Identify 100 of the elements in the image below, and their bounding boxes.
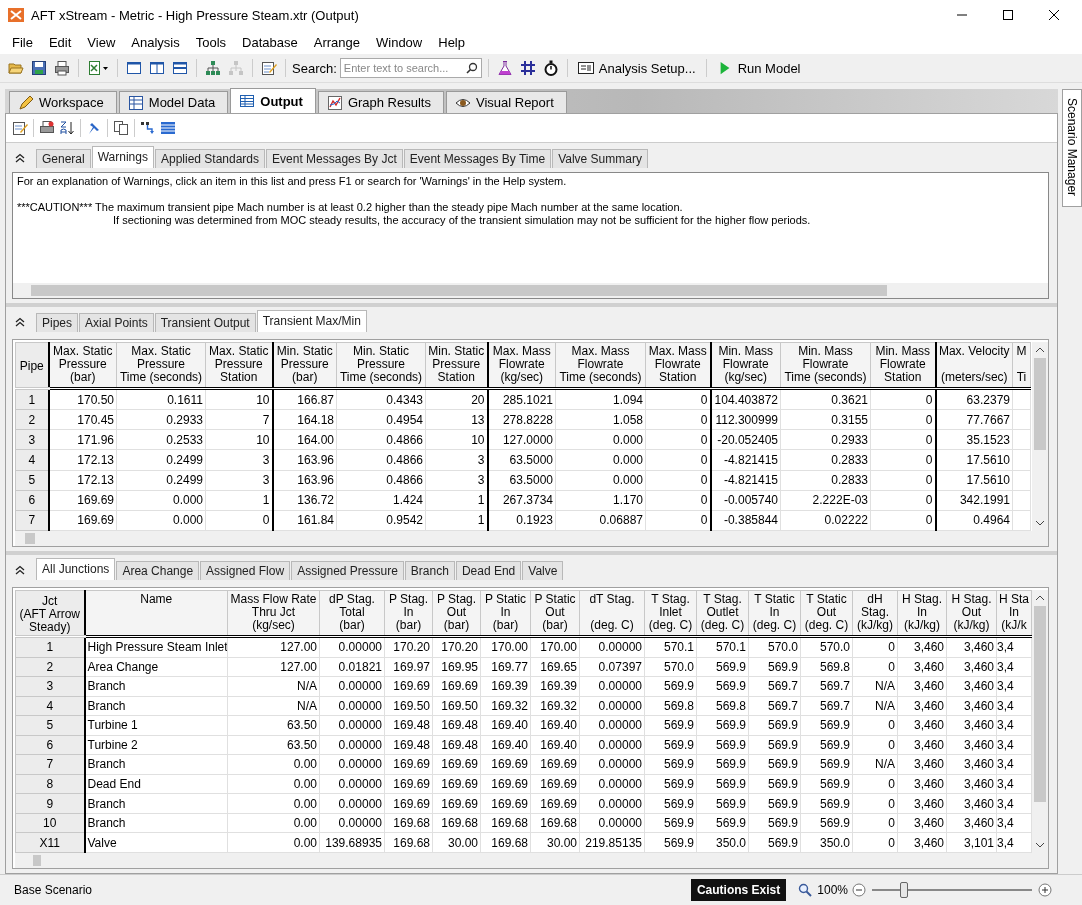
zoom-in-icon[interactable] [1038, 883, 1052, 897]
vertical-scrollbar[interactable] [1032, 342, 1048, 531]
column-header[interactable]: Min. Static Pressure Time (seconds) [336, 342, 426, 389]
main-tab[interactable]: Model Data [118, 91, 229, 113]
section-tab[interactable]: General [36, 149, 91, 168]
print-icon[interactable] [39, 120, 55, 136]
export-sheet-icon[interactable] [87, 60, 109, 76]
section-tab[interactable]: Transient Max/Min [256, 310, 367, 332]
row-header[interactable]: 5 [15, 470, 49, 491]
scroll-down-icon[interactable] [1035, 841, 1045, 849]
section-tab[interactable]: Event Messages By Time [403, 149, 552, 168]
scroll-up-icon[interactable] [1035, 594, 1045, 602]
column-header[interactable]: T Stag. Inlet (deg. C) [644, 590, 697, 637]
section-tab[interactable]: Axial Points [79, 313, 154, 332]
run-model-button[interactable]: Run Model [712, 58, 805, 78]
column-header[interactable]: Max. Static Pressure Station [205, 342, 273, 389]
save-icon[interactable] [31, 60, 47, 76]
section-tab[interactable]: Valve [522, 561, 564, 580]
sort-icon[interactable] [59, 120, 75, 136]
row-header[interactable]: 1 [15, 388, 49, 410]
cautions-badge[interactable]: Cautions Exist [690, 879, 787, 901]
section-tab[interactable]: Valve Summary [552, 149, 648, 168]
open-folder-icon[interactable] [8, 60, 24, 76]
column-header[interactable]: P Stag. Out (bar) [432, 590, 481, 637]
section-tab[interactable]: Dead End [455, 561, 522, 580]
column-header[interactable]: dH Stag. (kJ/kg) [852, 590, 898, 637]
collapse-icon[interactable] [15, 565, 25, 575]
zoom-out-icon[interactable] [852, 883, 866, 897]
list-icon[interactable] [160, 120, 176, 136]
vertical-scrollbar[interactable] [1032, 590, 1048, 853]
collapse-icon[interactable] [15, 153, 25, 163]
row-header[interactable]: 10 [15, 813, 85, 833]
menu-item[interactable]: View [79, 34, 124, 50]
main-tab[interactable]: Workspace [9, 91, 117, 113]
collapse-icon[interactable] [15, 317, 25, 327]
maximize-icon[interactable] [1002, 9, 1014, 21]
single-pane-icon[interactable] [126, 60, 142, 76]
zoom-slider-thumb[interactable] [900, 882, 908, 898]
column-header[interactable]: H Stag. In (kJ/kg) [897, 590, 947, 637]
column-header[interactable]: Min. Mass Flowrate Time (seconds) [780, 342, 871, 389]
row-header[interactable]: 5 [15, 715, 85, 736]
row-header[interactable]: 7 [15, 754, 85, 775]
scroll-up-icon[interactable] [1035, 346, 1045, 354]
split-horizontal-icon[interactable] [172, 60, 188, 76]
main-tab[interactable]: Visual Report [445, 91, 567, 113]
row-header[interactable]: 9 [15, 793, 85, 814]
stopwatch-icon[interactable] [542, 60, 559, 76]
side-panel-tab[interactable]: Scenario Manager [1062, 89, 1082, 207]
horizontal-scrollbar[interactable] [15, 531, 1048, 546]
section-tab[interactable]: Event Messages By Jct [266, 149, 403, 168]
edit-notes-icon[interactable] [261, 60, 277, 76]
row-header[interactable]: 2 [15, 409, 49, 430]
column-header[interactable]: Pipe [15, 342, 49, 389]
menu-item[interactable]: Tools [187, 34, 235, 50]
column-header[interactable]: T Stag. Outlet (deg. C) [696, 590, 749, 637]
row-header[interactable]: 6 [15, 735, 85, 755]
menu-item[interactable]: Window [368, 34, 431, 50]
row-header[interactable]: X11 [15, 832, 85, 853]
row-header[interactable]: 4 [15, 696, 85, 716]
menu-item[interactable]: File [4, 34, 41, 50]
section-tab[interactable]: Assigned Pressure [291, 561, 404, 580]
column-header[interactable]: Min. Mass Flowrate (kg/sec) [710, 342, 781, 389]
column-header[interactable]: dT Stag. (deg. C) [579, 590, 645, 637]
section-tab[interactable]: Pipes [36, 313, 79, 332]
column-header[interactable]: P Static In (bar) [480, 590, 531, 637]
row-header[interactable]: 3 [15, 429, 49, 450]
flowchart-icon[interactable] [140, 120, 156, 136]
row-header[interactable]: 4 [15, 449, 49, 471]
column-header[interactable]: P Stag. In (bar) [384, 590, 433, 637]
main-tab[interactable]: Graph Results [317, 91, 444, 113]
column-header[interactable]: Min. Mass Flowrate Station [870, 342, 936, 389]
column-header[interactable]: Max. Mass Flowrate Time (seconds) [555, 342, 646, 389]
search-field[interactable]: Enter text to search... [339, 58, 482, 78]
menu-item[interactable]: Analysis [123, 34, 188, 50]
column-header[interactable]: Max. Velocity (meters/sec) [935, 342, 1013, 389]
print-icon[interactable] [54, 60, 70, 76]
section-tab[interactable]: Transient Output [154, 313, 256, 332]
column-header[interactable]: H Sta In (kJ/k [996, 590, 1032, 637]
column-header[interactable]: Name [84, 590, 228, 637]
menu-item[interactable]: Help [430, 34, 473, 50]
row-header[interactable]: 8 [15, 774, 85, 794]
split-vertical-icon[interactable] [149, 60, 165, 76]
scroll-down-icon[interactable] [1035, 519, 1045, 527]
column-header[interactable]: Min. Static Pressure (bar) [272, 342, 337, 389]
row-header[interactable]: 6 [15, 490, 49, 511]
menu-item[interactable]: Arrange [305, 34, 368, 50]
column-header[interactable]: P Static Out (bar) [530, 590, 580, 637]
horizontal-scrollbar[interactable] [13, 283, 1048, 298]
section-tab[interactable]: Branch [404, 561, 455, 580]
grid-icon[interactable] [519, 60, 536, 76]
column-header[interactable]: Max. Static Pressure Time (seconds) [116, 342, 206, 389]
menu-item[interactable]: Database [234, 34, 306, 50]
section-tab[interactable]: Applied Standards [154, 149, 266, 168]
column-header[interactable]: H Stag. Out (kJ/kg) [946, 590, 997, 637]
flask-icon[interactable] [496, 60, 513, 76]
row-header[interactable]: 2 [15, 657, 85, 677]
horizontal-scrollbar[interactable] [15, 853, 1048, 868]
column-header[interactable]: Mass Flow Rate Thru Jct (kg/sec) [227, 590, 320, 637]
column-header[interactable]: Max. Mass Flowrate Station [645, 342, 711, 389]
search-icon[interactable] [465, 62, 478, 74]
